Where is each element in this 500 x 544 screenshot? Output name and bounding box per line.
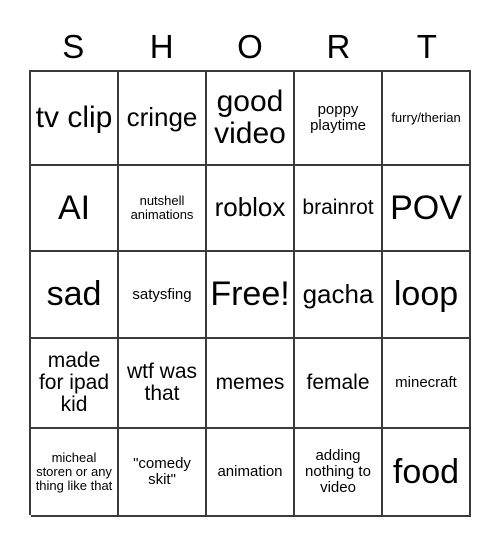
bingo-cell-label: furry/therian xyxy=(391,110,461,126)
bingo-cell[interactable]: memes xyxy=(207,339,295,429)
bingo-header-row: S H O R T xyxy=(29,22,471,70)
bingo-cell-label: brainrot xyxy=(302,195,374,219)
bingo-cell-label: good video xyxy=(214,85,286,150)
bingo-cell-label: nutshell animations xyxy=(130,193,194,222)
bingo-cell-label: tv clip xyxy=(35,101,113,135)
bingo-cell[interactable]: loop xyxy=(383,252,471,339)
bingo-cell-label: loop xyxy=(393,275,459,314)
bingo-cell[interactable]: female xyxy=(295,339,383,429)
bingo-cell-label: made for ipad kid xyxy=(38,348,110,417)
bingo-cell-label: cringe xyxy=(126,102,198,133)
bingo-cell-label: memes xyxy=(215,370,285,394)
bingo-cell[interactable]: gacha xyxy=(295,252,383,339)
bingo-cell-label: sad xyxy=(46,275,102,314)
bingo-cell[interactable]: POV xyxy=(383,166,471,252)
bingo-cell[interactable]: brainrot xyxy=(295,166,383,252)
bingo-grid: tv clip cringe good video poppy playtime… xyxy=(29,70,471,517)
bingo-cell-label: POV xyxy=(390,188,462,227)
bingo-cell-label: roblox xyxy=(214,192,286,223)
bingo-cell[interactable]: "comedy skit" xyxy=(119,429,207,517)
bingo-header-letter-2: O xyxy=(237,27,263,65)
bingo-cell[interactable]: roblox xyxy=(207,166,295,252)
bingo-cell[interactable]: minecraft xyxy=(383,339,471,429)
bingo-card: S H O R T tv clip cringe good video popp… xyxy=(0,0,500,544)
bingo-cell[interactable]: adding nothing to video xyxy=(295,429,383,517)
bingo-cell[interactable]: sad xyxy=(31,252,119,339)
bingo-cell[interactable]: made for ipad kid xyxy=(31,339,119,429)
bingo-cell-label: Free! xyxy=(210,275,290,314)
bingo-cell-label: food xyxy=(392,452,460,491)
bingo-cell-label: wtf was that xyxy=(126,359,197,405)
bingo-header-letter-4: T xyxy=(416,27,437,65)
bingo-header-letter-0: S xyxy=(62,27,85,65)
bingo-cell[interactable]: furry/therian xyxy=(383,72,471,166)
bingo-cell[interactable]: AI xyxy=(31,166,119,252)
bingo-cell[interactable]: poppy playtime xyxy=(295,72,383,166)
bingo-cell-label: poppy playtime xyxy=(310,101,366,134)
bingo-cell[interactable]: food xyxy=(383,429,471,517)
bingo-cell-free-space[interactable]: Free! xyxy=(207,252,295,339)
bingo-cell-label: adding nothing to video xyxy=(305,447,371,496)
bingo-cell-label: AI xyxy=(57,188,91,227)
bingo-cell-label: micheal storen or any thing like that xyxy=(35,450,113,493)
bingo-header-letter-1: H xyxy=(149,27,174,65)
bingo-cell-label: gacha xyxy=(302,278,374,309)
bingo-cell-label: "comedy skit" xyxy=(133,455,191,488)
bingo-cell-label: minecraft xyxy=(395,374,457,392)
bingo-cell[interactable]: animation xyxy=(207,429,295,517)
bingo-cell[interactable]: wtf was that xyxy=(119,339,207,429)
bingo-cell-label: animation xyxy=(217,463,283,481)
bingo-cell[interactable]: micheal storen or any thing like that xyxy=(31,429,119,517)
bingo-cell[interactable]: cringe xyxy=(119,72,207,166)
bingo-cell-label: satysfing xyxy=(132,285,192,303)
bingo-cell[interactable]: tv clip xyxy=(31,72,119,166)
bingo-cell[interactable]: satysfing xyxy=(119,252,207,339)
bingo-cell-label: female xyxy=(306,370,370,394)
bingo-cell[interactable]: good video xyxy=(207,72,295,166)
bingo-cell[interactable]: nutshell animations xyxy=(119,166,207,252)
bingo-header-letter-3: R xyxy=(326,27,351,65)
